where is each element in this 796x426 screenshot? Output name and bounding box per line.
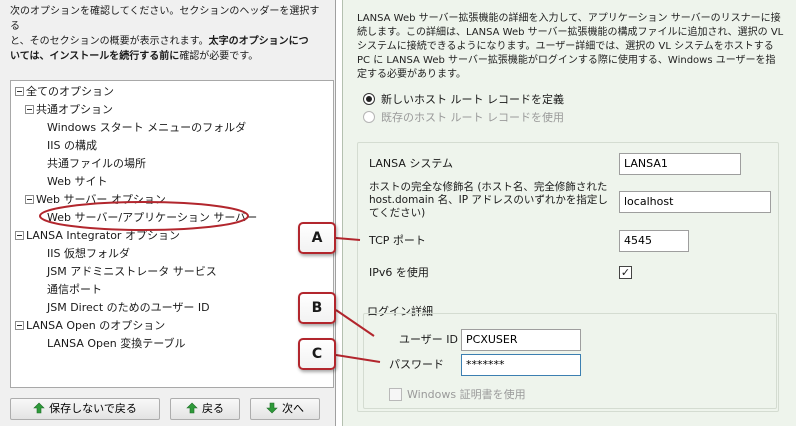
collapse-icon[interactable]	[25, 195, 34, 204]
tree-item-lansa-open-tables[interactable]: LANSA Open 変換テーブル	[47, 335, 186, 353]
back-without-save-button[interactable]: 保存しないで戻る	[10, 398, 160, 420]
collapse-icon[interactable]	[15, 231, 24, 240]
tree-item-lansa-open-options[interactable]: LANSA Open のオプション	[15, 317, 165, 335]
options-description: 次のオプションを確認してください。セクションのヘッダーを選択する と、そのセクシ…	[10, 4, 328, 64]
tree-item-iis-virtual-folder[interactable]: IIS 仮想フォルダ	[47, 245, 130, 263]
arrow-up-icon	[186, 402, 198, 414]
arrow-down-icon	[266, 402, 278, 414]
radio-existing-host-route[interactable]: 既存のホスト ルート レコードを使用	[363, 110, 564, 126]
ipv6-label: IPv6 を使用	[369, 266, 429, 279]
tree-item-web-site[interactable]: Web サイト	[47, 173, 107, 191]
collapse-icon[interactable]	[15, 87, 24, 96]
collapse-icon[interactable]	[25, 105, 34, 114]
tree-item-jsm-direct-user[interactable]: JSM Direct のためのユーザー ID	[47, 299, 210, 317]
tree-item-all-options[interactable]: 全てのオプション	[15, 83, 114, 101]
windows-cert-checkbox[interactable]	[389, 388, 402, 401]
details-description: LANSA Web サーバー拡張機能の詳細を入力して、アプリケーション サーバー…	[357, 13, 784, 80]
password-input[interactable]: *******	[461, 354, 581, 376]
lansa-system-input[interactable]: LANSA1	[619, 153, 741, 175]
tree-item-web-app-server[interactable]: Web サーバー/アプリケーション サーバー	[47, 209, 257, 227]
desc-line-2: と、そのセクションの概要が表示されます。	[10, 36, 209, 47]
arrow-up-icon	[33, 402, 45, 414]
lansa-system-label: LANSA システム	[369, 157, 454, 170]
windows-cert-label: Windows 証明書を使用	[407, 388, 526, 401]
options-tree[interactable]: 全てのオプション 共通オプション Windows スタート メニューのフォルダ …	[10, 80, 334, 388]
tcp-port-input[interactable]: 4545	[619, 230, 689, 252]
password-label: パスワード	[389, 358, 444, 371]
next-button[interactable]: 次へ	[250, 398, 320, 420]
desc-bold-1: 太字のオプションにつ	[208, 36, 309, 47]
desc-bold-2: いては、インストールを続行する前に	[10, 51, 180, 62]
desc-line-3: 確認が必要です。	[179, 51, 259, 62]
navigation-buttons: 保存しないで戻る 戻る 次へ	[10, 398, 336, 420]
radio-selected-icon[interactable]	[363, 93, 375, 105]
host-name-input[interactable]: localhost	[619, 191, 771, 213]
back-button[interactable]: 戻る	[170, 398, 240, 420]
web-server-details-panel: LANSA Web サーバー拡張機能の詳細を入力して、アプリケーション サーバー…	[342, 0, 796, 426]
user-id-label: ユーザー ID	[399, 333, 458, 346]
ipv6-checkbox[interactable]: ✓	[619, 266, 632, 279]
tree-item-comm-port[interactable]: 通信ポート	[47, 281, 102, 299]
desc-line-1: 次のオプションを確認してください。セクションのヘッダーを選択する	[10, 6, 320, 32]
callout-a: A	[298, 222, 336, 254]
callout-c: C	[298, 338, 336, 370]
radio-unselected-icon[interactable]	[363, 111, 375, 123]
radio-new-host-route[interactable]: 新しいホスト ルート レコードを定義	[363, 92, 564, 108]
tree-item-start-menu-folder[interactable]: Windows スタート メニューのフォルダ	[47, 119, 246, 137]
callout-b: B	[298, 292, 336, 324]
options-panel: 次のオプションを確認してください。セクションのヘッダーを選択する と、そのセクシ…	[0, 0, 336, 426]
tree-item-web-server-options[interactable]: Web サーバー オプション	[25, 191, 166, 209]
tcp-port-label: TCP ポート	[369, 234, 426, 247]
tree-item-common-options[interactable]: 共通オプション	[25, 101, 113, 119]
tree-item-common-files[interactable]: 共通ファイルの場所	[47, 155, 146, 173]
host-name-label: ホストの完全な修飾名 (ホスト名、完全修飾された host.domain 名、I…	[369, 181, 608, 219]
tree-item-jsm-admin-service[interactable]: JSM アドミニストレータ サービス	[47, 263, 217, 281]
tree-item-integrator-options[interactable]: LANSA Integrator オプション	[15, 227, 180, 245]
user-id-input[interactable]: PCXUSER	[461, 329, 581, 351]
collapse-icon[interactable]	[15, 321, 24, 330]
tree-item-iis-config[interactable]: IIS の構成	[47, 137, 97, 155]
